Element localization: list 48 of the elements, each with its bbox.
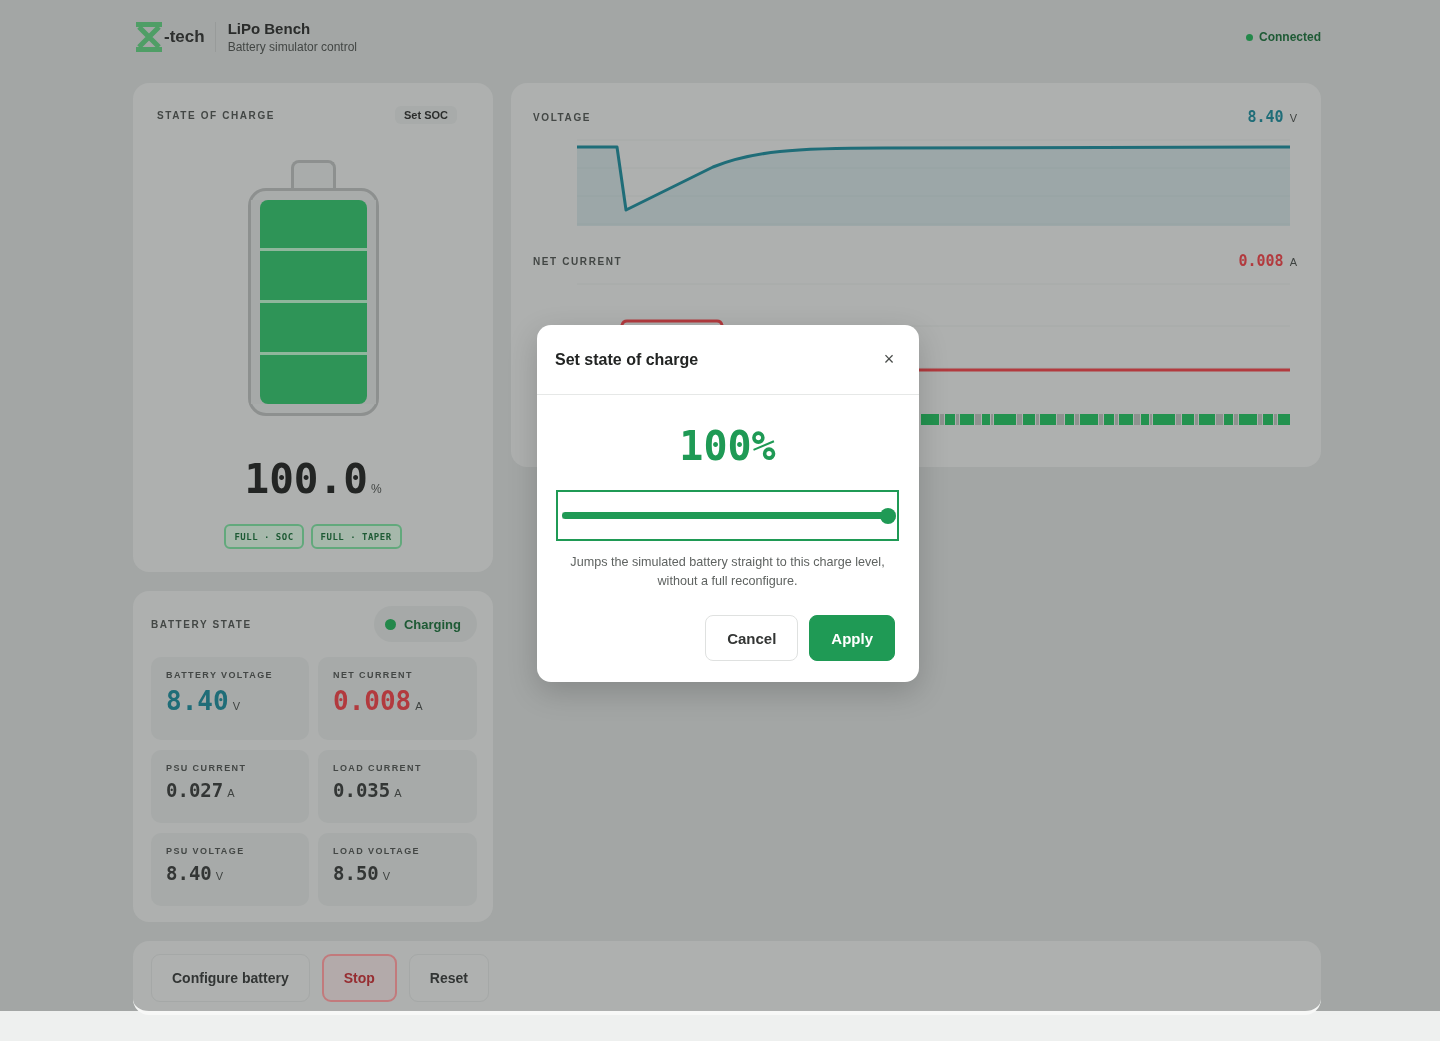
card-title: BATTERY STATE bbox=[151, 618, 252, 630]
metric-unit: V bbox=[382, 870, 391, 882]
metric-value: 0.008 bbox=[333, 686, 412, 716]
control-button[interactable]: Reset bbox=[408, 954, 489, 1002]
logo-icon bbox=[135, 22, 163, 52]
metric-unit: A bbox=[394, 787, 402, 799]
control-button[interactable]: Stop bbox=[321, 954, 397, 1002]
metric-label: LOAD CURRENT bbox=[333, 763, 423, 773]
slider-thumb[interactable] bbox=[880, 507, 896, 524]
soc-unit: % bbox=[370, 482, 382, 496]
metric-unit: A bbox=[415, 700, 423, 712]
help-text: Jumps the simulated battery straight to this charge level, without a full reconfigure. bbox=[569, 554, 886, 590]
pill-label: Charging bbox=[403, 616, 461, 632]
close-button[interactable]: × bbox=[876, 346, 902, 373]
metric-label: LOAD VOLTAGE bbox=[333, 846, 421, 856]
dialog-title: Set state of charge bbox=[555, 350, 699, 369]
status-badge: FULL · SOC bbox=[224, 524, 304, 549]
charge-slider[interactable] bbox=[556, 490, 899, 541]
app-subtitle: Battery simulator control bbox=[227, 40, 357, 54]
metric-label: PSU VOLTAGE bbox=[166, 846, 246, 856]
metric-unit: A bbox=[227, 787, 235, 799]
connection-status: Connected bbox=[1259, 30, 1321, 44]
dialog-button[interactable]: Apply bbox=[809, 615, 895, 661]
chart-title: NET CURRENT bbox=[533, 255, 623, 267]
chart-unit: A bbox=[1289, 256, 1297, 268]
soc-reading: 100.0 bbox=[244, 455, 368, 503]
dialog-button[interactable]: Cancel bbox=[705, 615, 799, 661]
chart-unit: V bbox=[1289, 112, 1297, 124]
logo-text: -tech bbox=[164, 27, 205, 47]
status-badge: FULL · TAPER bbox=[310, 524, 402, 549]
charge-percent: 100% bbox=[678, 422, 777, 470]
card-title: STATE OF CHARGE bbox=[157, 109, 276, 121]
metric-value: 8.40 bbox=[166, 686, 229, 716]
metric-label: NET CURRENT bbox=[333, 670, 414, 680]
control-button[interactable]: Configure battery bbox=[151, 954, 310, 1002]
metric-unit: V bbox=[215, 870, 224, 882]
metric-value: 0.027 bbox=[166, 779, 224, 801]
set-soc-button[interactable]: Set SOC bbox=[395, 106, 457, 124]
chart-reading: 0.008 bbox=[1238, 252, 1284, 270]
metric-value: 0.035 bbox=[333, 779, 391, 801]
chart-title: VOLTAGE bbox=[533, 111, 592, 123]
metric-label: PSU CURRENT bbox=[166, 763, 248, 773]
app-title: LiPo Bench bbox=[227, 20, 312, 37]
metric-label: BATTERY VOLTAGE bbox=[166, 670, 274, 680]
chart-reading: 8.40 bbox=[1247, 108, 1284, 126]
metric-value: 8.40 bbox=[166, 862, 212, 884]
metric-unit: V bbox=[232, 700, 240, 712]
metric-value: 8.50 bbox=[333, 862, 379, 884]
